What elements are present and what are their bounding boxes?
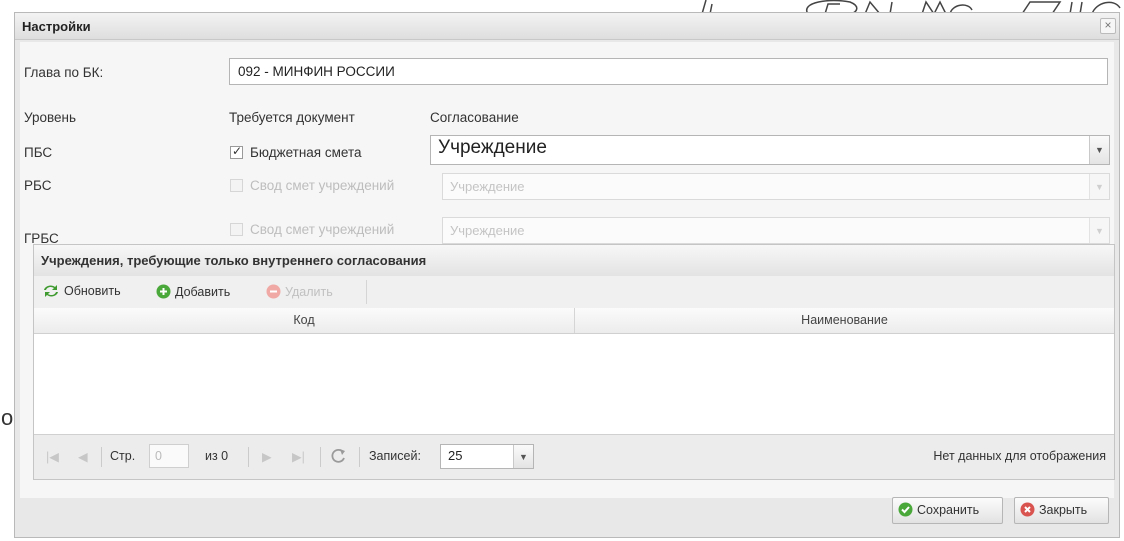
close-icon[interactable]: ×	[1100, 18, 1116, 34]
grbs-approval-value: Учреждение	[450, 223, 525, 238]
chapter-label: Глава по БК:	[24, 65, 104, 80]
pbs-document-label: Бюджетная смета	[250, 145, 362, 160]
chevron-down-icon: ▼	[1095, 145, 1104, 155]
grbs-document-label: Свод смет учреждений	[250, 222, 395, 237]
page-count: из 0	[205, 449, 229, 463]
next-page-icon[interactable]: ▶	[262, 449, 272, 464]
internal-approval-grid: Учреждения, требующие только внутреннего…	[33, 244, 1115, 480]
pager-divider	[320, 447, 321, 467]
grid-title: Учреждения, требующие только внутреннего…	[41, 253, 427, 268]
records-per-page-select[interactable]: 25 ▼	[440, 444, 534, 469]
records-label: Записей:	[369, 449, 421, 463]
chapter-value: 092 - МИНФИН РОССИИ	[238, 64, 395, 79]
grid-toolbar: Обновить Добавить Удалить	[34, 276, 1114, 309]
empty-message: Нет данных для отображения	[933, 449, 1106, 463]
first-page-icon[interactable]: |◀	[46, 449, 59, 464]
column-name[interactable]: Наименование	[575, 308, 1114, 333]
delete-label: Удалить	[285, 285, 333, 299]
close-label: Закрыть	[1039, 503, 1088, 517]
pbs-approval-select[interactable]: Учреждение ▼	[430, 135, 1110, 165]
add-label: Добавить	[175, 285, 231, 299]
rbs-approval-select[interactable]: Учреждение ▼	[442, 173, 1110, 200]
add-icon	[156, 284, 171, 299]
column-code[interactable]: Код	[34, 308, 575, 333]
save-label: Сохранить	[917, 503, 980, 517]
pager-divider	[248, 447, 249, 467]
delete-icon	[266, 284, 281, 299]
last-page-icon[interactable]: ▶|	[292, 449, 305, 464]
close-button[interactable]: Закрыть	[1014, 497, 1109, 524]
chevron-down-icon: ▼	[1095, 181, 1104, 192]
chevron-down-icon: ▼	[519, 451, 528, 462]
records-value: 25	[448, 448, 463, 463]
rbs-document-checkbox[interactable]	[230, 179, 243, 192]
records-dropdown[interactable]: ▼	[513, 445, 533, 468]
level-header: Уровень	[24, 110, 77, 125]
dialog-title: Настройки	[22, 19, 91, 34]
prev-page-icon[interactable]: ◀	[78, 449, 88, 464]
page-label: Стр.	[110, 449, 136, 463]
toolbar-divider	[366, 280, 367, 304]
grid-body	[34, 334, 1114, 436]
pager-divider	[101, 447, 102, 467]
dialog-header: Настройки ×	[15, 13, 1119, 40]
grbs-approval-dropdown[interactable]: ▼	[1089, 218, 1109, 243]
grbs-document-checkbox[interactable]	[230, 223, 243, 236]
pbs-approval-dropdown[interactable]: ▼	[1089, 136, 1109, 164]
save-button[interactable]: Сохранить	[892, 497, 1003, 524]
add-button[interactable]: Добавить	[156, 284, 230, 299]
grid-columns: Код Наименование	[34, 308, 1114, 334]
grbs-approval-select[interactable]: Учреждение ▼	[442, 217, 1110, 244]
settings-dialog: Настройки × Глава по БК: 092 - МИНФИН РО…	[14, 12, 1120, 538]
delete-button[interactable]: Удалить	[266, 284, 333, 299]
document-header: Требуется документ	[229, 110, 355, 125]
refresh-page-icon[interactable]	[329, 447, 347, 468]
level-rbs: РБС	[24, 178, 52, 193]
approval-header: Согласование	[430, 110, 519, 125]
pbs-document-checkbox[interactable]	[230, 144, 243, 159]
cancel-icon	[1020, 502, 1035, 517]
refresh-label: Обновить	[64, 284, 121, 298]
refresh-icon	[44, 285, 58, 297]
check-icon	[898, 502, 913, 517]
rbs-approval-dropdown[interactable]: ▼	[1089, 174, 1109, 199]
chevron-down-icon: ▼	[1095, 225, 1104, 236]
grid-header: Учреждения, требующие только внутреннего…	[34, 245, 1114, 277]
page-number-input[interactable]: 0	[149, 444, 189, 468]
rbs-approval-value: Учреждение	[450, 179, 525, 194]
grid-pager: |◀ ◀ Стр. 0 из 0 ▶ ▶| Записей: 25 ▼ Нет …	[34, 434, 1114, 479]
pbs-approval-value: Учреждение	[438, 137, 547, 158]
rbs-document-label: Свод смет учреждений	[250, 178, 395, 193]
refresh-button[interactable]: Обновить	[42, 284, 121, 298]
background-text-fragment: o	[1, 405, 14, 430]
pager-divider	[359, 447, 360, 467]
level-pbs: ПБС	[24, 145, 53, 160]
chapter-field[interactable]: 092 - МИНФИН РОССИИ	[229, 58, 1108, 85]
